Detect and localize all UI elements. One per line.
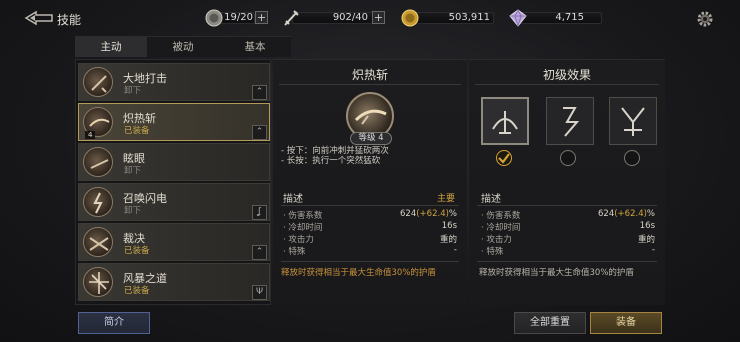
stat-label: · 伤害系数 xyxy=(481,211,521,221)
tab-active[interactable]: 主动 xyxy=(75,36,147,57)
crystal-icon xyxy=(509,9,527,27)
stat-label: · 伤害系数 xyxy=(283,211,323,221)
effect-radio-2[interactable] xyxy=(560,150,576,166)
top-bar: 技能 19/20 + 902/40 + 503,911 4,715 xyxy=(0,0,740,36)
effects-note: 释放时获得相当于最大生命值30%的护盾 xyxy=(479,268,634,278)
checkmark-icon xyxy=(498,153,510,164)
sword-resource: 902/40 + xyxy=(282,9,386,27)
page-title: 技能 xyxy=(57,13,82,27)
skill-item-dazzle[interactable]: 眩眼 卸下 xyxy=(78,143,270,181)
gear-icon[interactable] xyxy=(696,10,714,28)
stat-row: · 攻击力 重的 xyxy=(481,233,655,245)
skill-status: 卸下 xyxy=(124,86,142,96)
equip-button[interactable]: 装备 xyxy=(590,312,662,334)
back-arrow-icon[interactable] xyxy=(24,10,54,26)
effect-radio-3[interactable] xyxy=(624,150,640,166)
skill-item-summon-lightning[interactable]: 召唤闪电 卸下 ʆ xyxy=(78,183,270,221)
stats-tag: 主要 xyxy=(437,194,456,204)
stat-row: · 攻击力 重的 xyxy=(283,233,457,245)
slot-icon[interactable]: ⌃ xyxy=(252,125,267,140)
slot-icon[interactable]: ⌃ xyxy=(252,245,267,260)
effect-option-3[interactable] xyxy=(609,97,657,145)
stat-value: 重的 xyxy=(637,235,655,245)
reset-all-button[interactable]: 全部重置 xyxy=(514,312,586,334)
skill-detail-title: 炽热斩 xyxy=(351,68,388,82)
skill-note: 释放时获得相当于最大生命值30%的护盾 xyxy=(281,268,436,278)
stamina-resource: 19/20 + xyxy=(205,9,268,27)
gold-coin-icon xyxy=(401,9,419,27)
stat-label: · 特殊 xyxy=(481,247,504,257)
skill-avatar xyxy=(83,227,113,257)
skill-status: 卸下 xyxy=(124,166,142,176)
skill-detail-panel: 炽热斩 等级 4 - 按下：向前冲刺并猛砍两次 - 长按：执行一个突然猛砍 描述… xyxy=(273,59,467,305)
skill-item-scorching-slash[interactable]: 4 炽热斩 已装备 ⌃ xyxy=(78,103,270,141)
stat-label: · 特殊 xyxy=(283,247,306,257)
trident-rune-icon xyxy=(621,107,645,136)
skill-status: 已装备 xyxy=(124,246,150,256)
sword-plus-button[interactable]: + xyxy=(372,11,385,24)
effect-option-2[interactable] xyxy=(546,97,594,145)
skill-desc-press: - 按下：向前冲刺并猛砍两次 xyxy=(281,146,389,156)
crystal-resource: 4,715 xyxy=(508,9,602,27)
skill-item-storm-path[interactable]: 风暴之道 已装备 Ψ xyxy=(78,263,270,301)
stat-label: · 攻击力 xyxy=(283,235,314,245)
stat-row: · 伤害系数 624(+62.4)% xyxy=(481,209,655,221)
stat-value: 624(+62.4)% xyxy=(400,209,457,219)
stat-value: 16s xyxy=(639,221,655,231)
stamina-value: 19/20 xyxy=(224,12,253,23)
stat-row: · 冷却时间 16s xyxy=(283,221,457,233)
stat-row: · 冷却时间 16s xyxy=(481,221,655,233)
slot-icon[interactable]: ⌃ xyxy=(252,85,267,100)
gold-resource: 503,911 xyxy=(400,9,494,27)
effect-option-1[interactable] xyxy=(481,97,529,145)
skill-status: 卸下 xyxy=(124,206,142,216)
intro-button[interactable]: 简介 xyxy=(78,312,150,334)
skill-status: 已装备 xyxy=(124,126,150,136)
effects-title: 初级效果 xyxy=(542,68,591,82)
stat-value: 重的 xyxy=(439,235,457,245)
skill-avatar xyxy=(83,67,113,97)
crystal-value: 4,715 xyxy=(555,12,584,23)
skill-level-tag: 等级 4 xyxy=(350,132,392,145)
stat-row: · 特殊 - xyxy=(283,245,457,257)
stat-value: - xyxy=(453,245,457,255)
stat-label: · 冷却时间 xyxy=(481,223,521,233)
skill-item-judgment[interactable]: 裁决 已装备 ⌃ xyxy=(78,223,270,261)
skill-level-badge: 4 xyxy=(85,131,96,139)
stat-row: · 伤害系数 624(+62.4)% xyxy=(283,209,457,221)
skill-avatar xyxy=(83,187,113,217)
gold-value: 503,911 xyxy=(448,12,490,23)
skill-avatar xyxy=(83,267,113,297)
tab-passive[interactable]: 被动 xyxy=(147,36,219,57)
bow-rune-icon xyxy=(492,111,518,134)
hook-rune-icon xyxy=(563,107,580,137)
skill-list: 大地打击 卸下 ⌃ 4 炽热斩 已装备 ⌃ 眩眼 卸下 召唤闪电 卸下 ʆ 裁决… xyxy=(75,59,271,305)
stat-value: - xyxy=(651,245,655,255)
stat-row: · 特殊 - xyxy=(481,245,655,257)
skill-desc-hold: - 长按：执行一个突然猛砍 xyxy=(281,156,381,166)
effect-radio-1[interactable] xyxy=(496,150,512,166)
stat-value: 16s xyxy=(441,221,457,231)
tab-basic[interactable]: 基本 xyxy=(219,36,291,57)
sword-value: 902/40 xyxy=(332,12,368,23)
slot-icon[interactable]: ʆ xyxy=(252,205,267,220)
stat-value: 624(+62.4)% xyxy=(598,209,655,219)
stat-label: · 冷却时间 xyxy=(283,223,323,233)
sword-icon xyxy=(284,10,299,26)
stats-header: 描述 xyxy=(283,194,303,205)
effects-stats-header: 描述 xyxy=(481,194,501,205)
effects-panel: 初级效果 描述 · 伤害系数 624(+62.4)% · 冷却时间 16s · … xyxy=(469,59,665,305)
skill-avatar xyxy=(83,147,113,177)
skill-status: 已装备 xyxy=(124,286,150,296)
skill-item-earth-strike[interactable]: 大地打击 卸下 ⌃ xyxy=(78,63,270,101)
slot-icon[interactable]: Ψ xyxy=(252,285,267,300)
stamina-plus-button[interactable]: + xyxy=(255,11,268,24)
stat-label: · 攻击力 xyxy=(481,235,512,245)
